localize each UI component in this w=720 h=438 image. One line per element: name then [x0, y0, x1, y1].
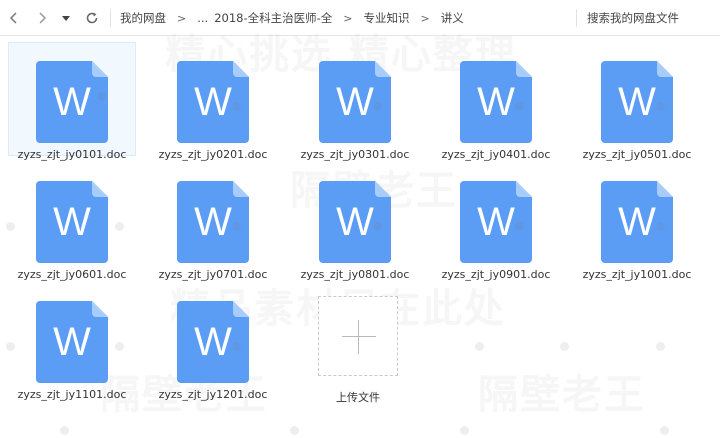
- file-name: zyzs_zjt_jy1201.doc: [158, 388, 268, 401]
- breadcrumb-item-ellipsis[interactable]: ...: [197, 11, 208, 25]
- word-doc-icon: W: [36, 181, 108, 263]
- file-name: zyzs_zjt_jy1001.doc: [582, 268, 692, 281]
- breadcrumb-item-subject[interactable]: 专业知识: [363, 10, 409, 26]
- word-letter: W: [336, 80, 374, 124]
- breadcrumb-item-root[interactable]: 我的网盘: [120, 10, 166, 26]
- refresh-icon[interactable]: [84, 10, 100, 26]
- breadcrumb-item-current[interactable]: 讲义: [441, 10, 464, 26]
- file-name: zyzs_zjt_jy0701.doc: [158, 268, 268, 281]
- breadcrumb-separator-icon: >: [177, 11, 187, 25]
- watermark-dot: [475, 342, 484, 351]
- toolbar-divider: [110, 9, 111, 27]
- word-doc-icon: W: [177, 301, 249, 383]
- file-tile[interactable]: Wzyzs_zjt_jy0301.doc: [291, 42, 419, 161]
- breadcrumb: 我的网盘 > ... 2018-全科主治医师-全 > 专业知识 > 讲义: [120, 0, 464, 36]
- toolbar: 我的网盘 > ... 2018-全科主治医师-全 > 专业知识 > 讲义 搜索我…: [0, 0, 720, 36]
- watermark-dot: [290, 426, 299, 435]
- toolbar-divider: [576, 9, 577, 27]
- word-doc-icon: W: [601, 61, 673, 143]
- word-letter: W: [477, 80, 515, 124]
- word-letter: W: [618, 80, 656, 124]
- watermark-dot: [660, 426, 669, 435]
- file-name: zyzs_zjt_jy0301.doc: [300, 148, 410, 161]
- word-doc-icon: W: [177, 61, 249, 143]
- file-name: zyzs_zjt_jy0501.doc: [582, 148, 692, 161]
- forward-icon[interactable]: [34, 10, 50, 26]
- word-doc-icon: W: [460, 181, 532, 263]
- file-tile[interactable]: Wzyzs_zjt_jy0901.doc: [432, 162, 560, 281]
- word-letter: W: [53, 320, 91, 364]
- word-letter: W: [618, 200, 656, 244]
- back-icon[interactable]: [6, 10, 22, 26]
- file-tile[interactable]: Wzyzs_zjt_jy0201.doc: [149, 42, 277, 161]
- watermark-dot: [656, 342, 665, 351]
- word-letter: W: [194, 80, 232, 124]
- word-doc-icon: W: [601, 181, 673, 263]
- word-doc-icon: W: [177, 181, 249, 263]
- file-tile[interactable]: Wzyzs_zjt_jy0801.doc: [291, 162, 419, 281]
- breadcrumb-item-course[interactable]: 2018-全科主治医师-全: [214, 10, 332, 26]
- file-name: zyzs_zjt_jy0101.doc: [17, 148, 127, 161]
- file-tile[interactable]: Wzyzs_zjt_jy0701.doc: [149, 162, 277, 281]
- word-letter: W: [194, 200, 232, 244]
- file-tile[interactable]: Wzyzs_zjt_jy1101.doc: [8, 282, 136, 401]
- word-doc-icon: W: [36, 301, 108, 383]
- word-doc-icon: W: [36, 61, 108, 143]
- file-name: zyzs_zjt_jy0201.doc: [158, 148, 268, 161]
- file-name: zyzs_zjt_jy0901.doc: [441, 268, 551, 281]
- breadcrumb-separator-icon: >: [420, 11, 430, 25]
- upload-label: 上传文件: [336, 391, 380, 404]
- file-name: zyzs_zjt_jy0801.doc: [300, 268, 410, 281]
- watermark-dot: [460, 426, 469, 435]
- history-dropdown-icon[interactable]: [58, 10, 74, 26]
- word-letter: W: [477, 200, 515, 244]
- file-name: zyzs_zjt_jy0601.doc: [17, 268, 127, 281]
- file-tile[interactable]: Wzyzs_zjt_jy0601.doc: [8, 162, 136, 281]
- upload-file-button[interactable]: 上传文件: [318, 296, 446, 410]
- file-grid: 精心挑选 精心整理 隔壁老王 精品素材尽在此处 隔壁老王 隔壁老王 Wzyzs_…: [0, 32, 720, 438]
- watermark-text: 隔壁老王: [478, 372, 646, 418]
- word-doc-icon: W: [460, 61, 532, 143]
- word-doc-icon: W: [319, 181, 391, 263]
- watermark-dot: [60, 426, 69, 435]
- word-letter: W: [53, 200, 91, 244]
- watermark-dot: [560, 342, 569, 351]
- file-tile[interactable]: Wzyzs_zjt_jy0101.doc: [8, 42, 136, 161]
- search-input[interactable]: 搜索我的网盘文件: [587, 0, 679, 36]
- breadcrumb-separator-icon: >: [343, 11, 353, 25]
- file-tile[interactable]: Wzyzs_zjt_jy0401.doc: [432, 42, 560, 161]
- word-letter: W: [336, 200, 374, 244]
- upload-drop-zone[interactable]: [318, 296, 398, 376]
- word-letter: W: [53, 80, 91, 124]
- file-name: zyzs_zjt_jy1101.doc: [17, 388, 127, 401]
- file-tile[interactable]: Wzyzs_zjt_jy1001.doc: [573, 162, 701, 281]
- word-doc-icon: W: [319, 61, 391, 143]
- file-name: zyzs_zjt_jy0401.doc: [441, 148, 551, 161]
- file-tile[interactable]: Wzyzs_zjt_jy1201.doc: [149, 282, 277, 401]
- file-tile[interactable]: Wzyzs_zjt_jy0501.doc: [573, 42, 701, 161]
- word-letter: W: [194, 320, 232, 364]
